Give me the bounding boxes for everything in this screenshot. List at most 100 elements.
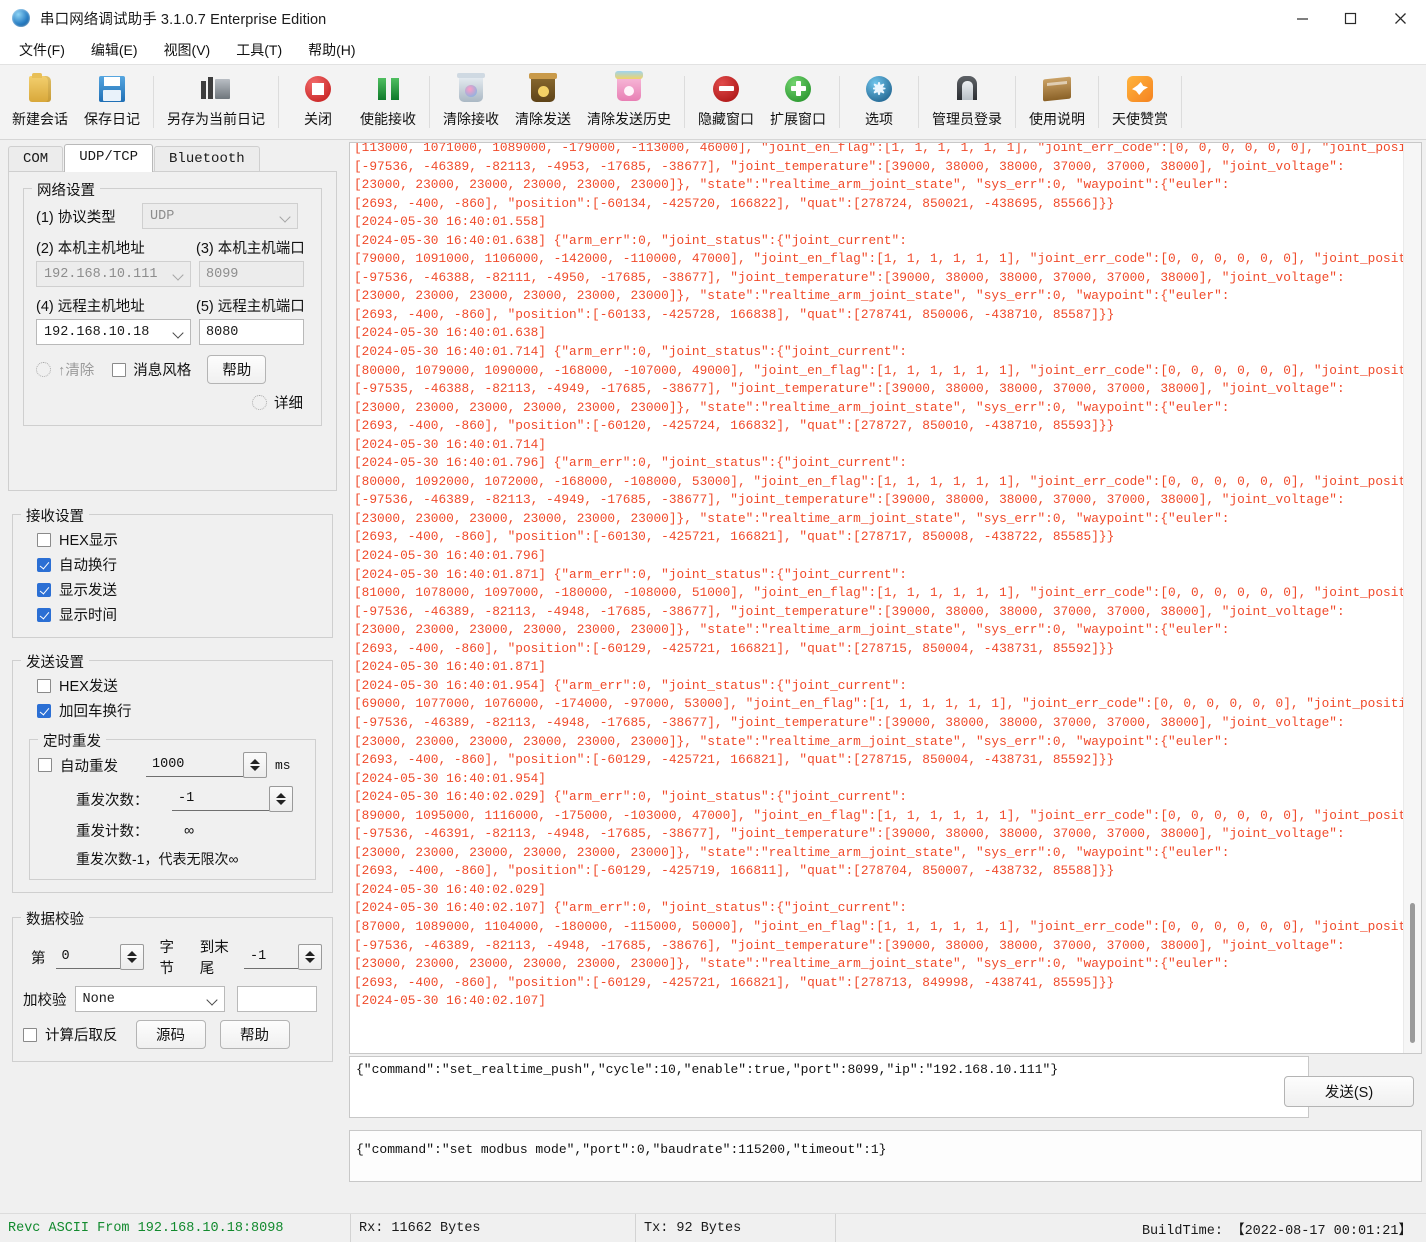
- auto-resend-checkbox[interactable]: [38, 758, 52, 772]
- toolbar-divider: [1015, 76, 1016, 128]
- detail-row: 详细: [36, 392, 309, 413]
- toolbar-save-log[interactable]: 保存日记: [76, 67, 148, 138]
- toolbar-manual[interactable]: 使用说明: [1021, 67, 1093, 138]
- invert-after-calc-label: 计算后取反: [45, 1028, 118, 1044]
- minimize-button[interactable]: [1278, 0, 1326, 36]
- toolbar-options[interactable]: 选项: [845, 67, 913, 138]
- book-icon: [1043, 70, 1071, 108]
- receive-hex-row[interactable]: HEX显示: [37, 529, 322, 550]
- tab-com[interactable]: COM: [8, 146, 64, 172]
- toolbar-clear-send[interactable]: 清除发送: [507, 67, 579, 138]
- toolbar-close[interactable]: 关闭: [284, 67, 352, 138]
- checksum-from-arrows[interactable]: [119, 944, 144, 970]
- toolbar-expand-window-label: 扩展窗口: [770, 110, 826, 127]
- receive-showsend-row[interactable]: 显示发送: [37, 579, 322, 600]
- receive-showtime-row[interactable]: 显示时间: [37, 604, 322, 625]
- close-button[interactable]: [1374, 0, 1426, 36]
- auto-wrap-checkbox[interactable]: [37, 557, 51, 572]
- toolbar-clear-receive[interactable]: 清除接收: [435, 67, 507, 138]
- send-input[interactable]: {"command":"set_realtime_push","cycle":1…: [349, 1056, 1309, 1118]
- tab-udp-tcp[interactable]: UDP/TCP: [64, 144, 154, 172]
- trash-bin-icon: [457, 70, 485, 108]
- toolbar-hide-window[interactable]: 隐藏窗口: [690, 67, 762, 138]
- receive-autowrap-row[interactable]: 自动换行: [37, 554, 322, 575]
- show-time-checkbox[interactable]: [37, 607, 51, 622]
- network-help-button[interactable]: 帮助: [207, 355, 267, 384]
- local-host-address-select[interactable]: 192.168.10.111: [36, 261, 191, 287]
- local-host-labels-row: (2) 本机主机地址 (3) 本机主机端口: [36, 237, 309, 258]
- gear-globe-icon: [866, 70, 892, 108]
- toolbar-divider: [684, 76, 685, 128]
- log-scrollbar[interactable]: [1403, 143, 1421, 1053]
- toolbar-admin-login[interactable]: 管理员登录: [924, 67, 1010, 138]
- chevron-down-icon: [207, 993, 220, 1006]
- recycle-basket-pink-icon: [615, 70, 643, 108]
- toolbar-expand-window[interactable]: 扩展窗口: [762, 67, 834, 138]
- toolbar-new-session[interactable]: 新建会话: [4, 67, 76, 138]
- toolbar-donate-label: 天使赞赏: [1112, 110, 1168, 127]
- checksum-source-button[interactable]: 源码: [135, 1020, 206, 1049]
- checksum-to-stepper[interactable]: -1: [244, 944, 322, 970]
- checksum-from-stepper[interactable]: 0: [55, 944, 144, 970]
- resend-interval-arrows[interactable]: [243, 752, 267, 778]
- menu-file[interactable]: 文件(F): [6, 36, 78, 64]
- checksum-to-arrows[interactable]: [298, 944, 322, 970]
- toolbar-enable-receive[interactable]: 使能接收: [352, 67, 424, 138]
- send-hex-row[interactable]: HEX发送: [37, 675, 322, 696]
- log-scrollbar-thumb[interactable]: [1410, 903, 1415, 1043]
- main-body: COM UDP/TCP Bluetooth 网络设置 (1) 协议类型 UDP: [0, 140, 1426, 1204]
- maximize-button[interactable]: [1326, 0, 1374, 36]
- list-item[interactable]: {"command":"set modbus mode","port":0,"b…: [350, 1131, 1421, 1157]
- pause-icon: [375, 70, 401, 108]
- receive-settings-group: 接收设置 HEX显示 自动换行 显示发送 显示时间: [12, 505, 333, 638]
- clear-radio[interactable]: [36, 362, 51, 377]
- resend-count-arrows[interactable]: [269, 786, 293, 812]
- tab-bluetooth[interactable]: Bluetooth: [154, 146, 260, 172]
- toolbar-manual-label: 使用说明: [1029, 110, 1085, 127]
- checksum-type-select[interactable]: None: [74, 986, 225, 1012]
- invert-after-calc-checkbox[interactable]: [23, 1027, 37, 1042]
- plus-circle-icon: [785, 70, 811, 108]
- folder-icon: [29, 70, 51, 108]
- remote-host-port-input[interactable]: 8080: [199, 319, 304, 345]
- resend-interval-stepper[interactable]: 1000: [146, 752, 267, 778]
- timed-resend-group: 定时重发 自动重发 1000 ms 重发次数： -1 重发计数： ∞ 重发次数-…: [29, 730, 316, 880]
- local-host-port-input[interactable]: 8099: [199, 261, 304, 287]
- receive-log-area[interactable]: [113000, 1071000, 1089000, -179000, -113…: [349, 142, 1422, 1054]
- toolbar-divider: [1098, 76, 1099, 128]
- toolbar-divider: [918, 76, 919, 128]
- protocol-type-select[interactable]: UDP: [142, 203, 298, 229]
- chevron-down-icon: [173, 268, 186, 281]
- checksum-to-value[interactable]: -1: [244, 944, 298, 969]
- checksum-help-button[interactable]: 帮助: [219, 1020, 290, 1049]
- checksum-actions-row: 计算后取反 源码 帮助: [23, 1020, 322, 1049]
- toolbar-clear-send-history[interactable]: 清除发送历史: [579, 67, 679, 138]
- hex-send-checkbox[interactable]: [37, 678, 51, 693]
- status-bar: Revc ASCII From 192.168.10.18:8098 Rx: 1…: [0, 1213, 1426, 1242]
- checksum-result-input[interactable]: [236, 986, 317, 1012]
- status-receive-source: Revc ASCII From 192.168.10.18:8098: [8, 1220, 284, 1236]
- menu-help[interactable]: 帮助(H): [295, 36, 368, 64]
- remote-host-address-select[interactable]: 192.168.10.18: [36, 319, 191, 345]
- resend-interval-value[interactable]: 1000: [146, 752, 243, 777]
- send-crlf-row[interactable]: 加回车换行: [37, 700, 322, 721]
- hex-display-checkbox[interactable]: [37, 532, 51, 547]
- toolbar-save-as-current-log[interactable]: 另存为当前日记: [159, 67, 273, 138]
- toolbar-options-label: 选项: [865, 110, 893, 127]
- menu-view[interactable]: 视图(V): [151, 36, 224, 64]
- checksum-from-value[interactable]: 0: [55, 944, 120, 969]
- show-send-checkbox[interactable]: [37, 582, 51, 597]
- detail-radio[interactable]: [252, 395, 267, 410]
- resend-count-value[interactable]: -1: [172, 786, 269, 811]
- resend-count-stepper[interactable]: -1: [172, 786, 293, 812]
- menu-tools[interactable]: 工具(T): [223, 36, 295, 64]
- append-crlf-checkbox[interactable]: [37, 703, 51, 718]
- remote-host-address-value: 192.168.10.18: [44, 324, 150, 340]
- hex-display-label: HEX显示: [59, 533, 118, 549]
- send-button[interactable]: 发送(S): [1284, 1076, 1414, 1107]
- message-style-checkbox[interactable]: [112, 362, 127, 377]
- send-history-list[interactable]: {"command":"set modbus mode","port":0,"b…: [349, 1130, 1422, 1182]
- menu-edit[interactable]: 编辑(E): [78, 36, 151, 64]
- window-controls: [1278, 0, 1426, 36]
- toolbar-donate[interactable]: 天使赞赏: [1104, 67, 1176, 138]
